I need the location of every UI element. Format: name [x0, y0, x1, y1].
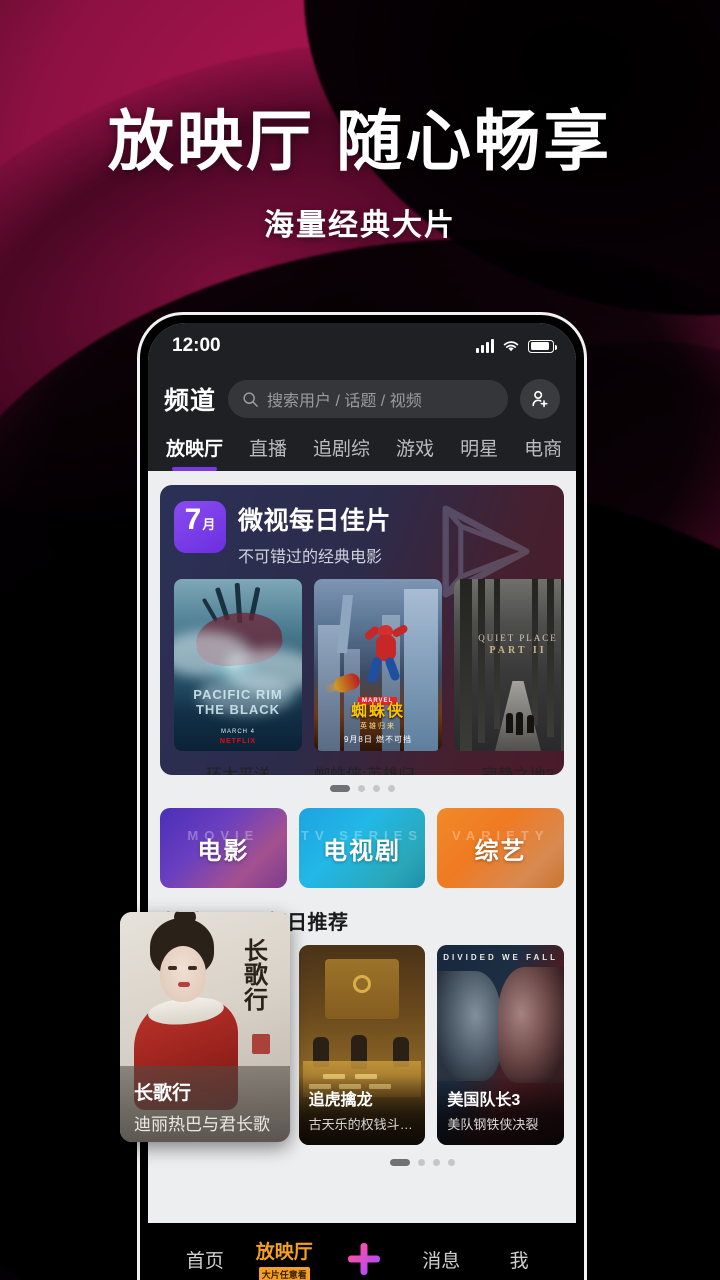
page-title: 频道: [164, 387, 217, 415]
poster-art-title: PACIFIC RIM: [193, 687, 283, 703]
poster-art-brand: NETFLIX: [219, 738, 257, 745]
wifi-icon: [503, 341, 519, 352]
category-card-variety[interactable]: VARIETY 综艺: [437, 808, 565, 888]
category-label: 电影: [197, 837, 250, 865]
tab-youxi[interactable]: 游戏: [396, 434, 434, 471]
category-label: 综艺: [474, 837, 527, 865]
poster-art-pacific-rim: PACIFIC RIM THE BLACK MARCH 4 NETFLIX: [174, 579, 302, 751]
nav-label: 放映厅: [255, 1241, 313, 1263]
pagination-dot[interactable]: [387, 785, 395, 792]
poster-art-cn: 蜘蛛侠: [350, 703, 405, 720]
signal-bars-icon: [476, 339, 494, 353]
poster-title: 环太平洋: [174, 761, 302, 775]
theater-pagination[interactable]: [280, 1159, 564, 1166]
pagination-dot[interactable]: [432, 1159, 440, 1166]
nav-item-me[interactable]: 我: [492, 1246, 546, 1273]
featured-art-text: 长歌行: [244, 939, 268, 1014]
theater-card-name: 美国队长3: [447, 1092, 521, 1109]
poster-item[interactable]: PACIFIC RIMTHE BLACK MARCH 4 NETFLIX 环太平…: [174, 579, 302, 775]
theater-card-art-header: DIVIDED WE FALL: [443, 953, 559, 962]
theater-card-zhuihuqinlong[interactable]: 追虎擒龙 古天乐的权钱斗争…: [298, 945, 426, 1145]
pagination-dot[interactable]: [357, 785, 365, 792]
tab-mingxing[interactable]: 明星: [460, 434, 498, 471]
poster-title: 蜘蛛侠:英雄归来…: [314, 761, 442, 775]
poster-art-title: QUIET PLACE: [478, 633, 558, 643]
poster-pagination[interactable]: [160, 785, 564, 792]
nav-item-create[interactable]: [337, 1239, 391, 1279]
tab-zhuijuzong[interactable]: 追剧综: [313, 434, 370, 471]
poster-art-title2: THE BLACK: [195, 701, 281, 717]
poster-art-cn2: 英雄归来: [360, 723, 396, 730]
search-icon: [243, 391, 258, 407]
search-input[interactable]: 搜索用户 / 话题 / 视频: [228, 380, 508, 418]
theater-card-desc: 美队钢铁侠决裂: [447, 1117, 539, 1132]
theater-card-desc: 古天乐的权钱斗争…: [308, 1117, 416, 1132]
featured-card-changgexing[interactable]: 长歌行 长歌行 迪丽热巴与君长歌: [120, 912, 290, 1142]
nav-item-fangyingting[interactable]: 放映厅 大片任意看: [256, 1237, 313, 1280]
tab-zhibo[interactable]: 直播: [249, 434, 287, 471]
pagination-dot[interactable]: [447, 1159, 455, 1166]
status-bar: 12:00: [148, 323, 576, 369]
battery-icon: [528, 339, 558, 353]
daily-picks-banner[interactable]: 7 月 微视每日佳片 不可错过的经典电影 PACIFIC RIM THE BLA…: [160, 485, 564, 775]
nav-item-messages[interactable]: 消息: [414, 1246, 468, 1273]
category-label: 电视剧: [323, 837, 401, 865]
promo-screenshot: 放映厅 随心畅享 海量经典大片 12:00 频道 搜索用户 / 话题 / 视频 …: [0, 0, 720, 1280]
poster-art-cn3: 9月8日 燃不可挡: [343, 735, 413, 744]
featured-card-desc: 迪丽热巴与君长歌: [134, 1115, 270, 1134]
add-user-button[interactable]: [520, 379, 560, 419]
month-badge: 7 月: [174, 501, 226, 553]
nav-label: 我: [509, 1250, 529, 1272]
add-user-icon: [532, 390, 548, 408]
nav-item-home[interactable]: 首页: [178, 1246, 232, 1273]
poster-art-sub: MARCH 4: [220, 729, 255, 735]
channel-tabs: 放映厅 直播 追剧综 游戏 明星 电商: [164, 425, 562, 471]
banner-title: 微视每日佳片: [238, 507, 392, 535]
plus-icon[interactable]: [344, 1239, 384, 1279]
banner-subtitle: 不可错过的经典电影: [238, 549, 383, 566]
month-unit: 月: [202, 517, 216, 532]
pagination-dot-active[interactable]: [389, 1159, 410, 1166]
category-card-tv-series[interactable]: TV SERIES 电视剧: [298, 808, 426, 888]
category-card-movie[interactable]: MOVIE 电影: [160, 808, 287, 888]
month-number: 7: [184, 503, 202, 536]
poster-title: 寂静之地2: [454, 761, 564, 775]
featured-card-name: 长歌行: [134, 1083, 192, 1104]
nav-label: 消息: [422, 1250, 461, 1272]
poster-item[interactable]: MARVEL 蜘蛛侠 英雄归来 9月8日 燃不可挡 蜘蛛侠:英雄归来…: [314, 579, 442, 775]
search-placeholder: 搜索用户 / 话题 / 视频: [267, 393, 422, 410]
poster-item[interactable]: QUIET PLACE PART II 寂静之地2: [454, 579, 564, 775]
nav-label: 首页: [185, 1250, 224, 1272]
theater-card-captain-america-3[interactable]: DIVIDED WE FALL 美国队长3 美队钢铁侠决裂: [437, 945, 565, 1145]
bottom-navigation: 首页 放映厅 大片任意看 消息 我: [148, 1227, 576, 1280]
pagination-dot-active[interactable]: [329, 785, 350, 792]
poster-art-spiderman: MARVEL 蜘蛛侠 英雄归来 9月8日 燃不可挡: [314, 579, 442, 751]
tab-dianshang[interactable]: 电商: [524, 434, 562, 471]
category-cards: MOVIE 电影 TV SERIES 电视剧 VARIETY 综艺: [160, 808, 565, 888]
status-bar-time: 12:00: [172, 335, 221, 356]
poster-art-quiet-place: QUIET PLACE PART II: [454, 579, 564, 751]
nav-badge: 大片任意看: [258, 1266, 310, 1280]
pagination-dot[interactable]: [372, 785, 380, 792]
poster-art-title2: PART II: [489, 645, 547, 656]
poster-list: PACIFIC RIMTHE BLACK MARCH 4 NETFLIX 环太平…: [174, 579, 564, 775]
hero-headline: 放映厅 随心畅享: [107, 104, 613, 178]
tab-fangyingting[interactable]: 放映厅: [166, 434, 223, 471]
hero-subheadline: 海量经典大片: [264, 209, 456, 242]
theater-card-name: 追虎擒龙: [308, 1092, 373, 1109]
app-header: 频道 搜索用户 / 话题 / 视频 放映厅 直播 追剧综 游戏 明星 电商: [148, 369, 576, 471]
pagination-dot[interactable]: [417, 1159, 425, 1166]
